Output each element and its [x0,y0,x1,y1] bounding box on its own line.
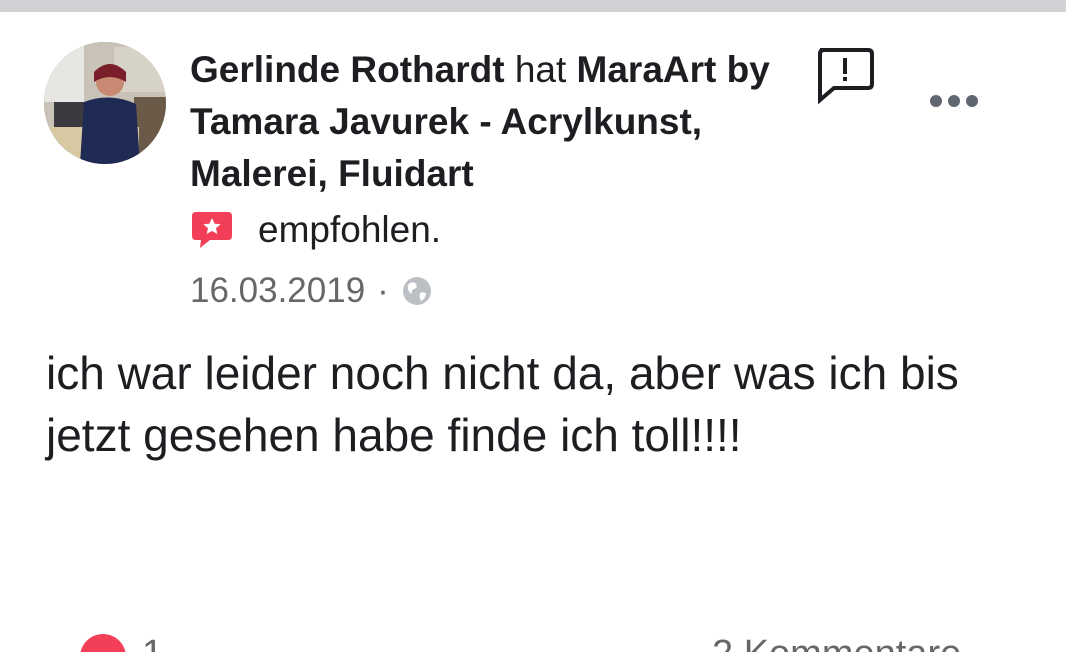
post-body-text: ich war leider noch nicht da, aber was i… [46,347,959,461]
post-date[interactable]: 16.03.2019 [190,271,365,311]
globe-icon [402,277,431,305]
avatar[interactable] [44,42,166,164]
love-reaction-icon[interactable] [80,634,126,652]
report-button[interactable] [812,46,876,106]
recommendation-line: empfohlen. [190,204,441,256]
report-flag-icon [818,48,874,105]
header-verb: hat [514,49,567,90]
reaction-count[interactable]: 1 [142,634,163,652]
recommended-label: empfohlen. [258,209,442,250]
meta-separator: · [377,271,389,310]
post-header: Gerlinde Rothardt hat MaraArt by Tamara … [190,44,790,200]
top-divider [0,0,1066,12]
more-dots-icon [930,95,978,107]
comments-count-link[interactable]: 2 Kommentare [712,634,961,652]
author-name-link[interactable]: Gerlinde Rothardt [190,49,505,90]
post-meta: 16.03.2019 · [190,266,433,316]
more-options-button[interactable] [928,88,980,114]
recommendation-icon [192,212,232,248]
post-footer: 1 2 Kommentare [0,628,1066,652]
